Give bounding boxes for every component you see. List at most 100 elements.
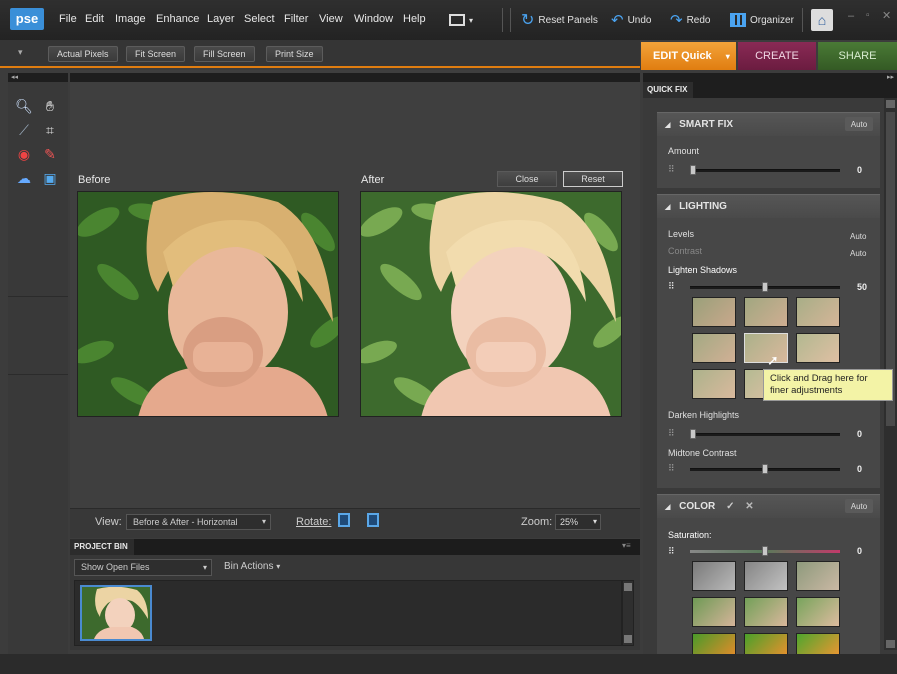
print-size-button[interactable]: Print Size (266, 46, 323, 62)
variation-thumbnail[interactable] (744, 561, 788, 591)
amount-slider-track[interactable] (690, 169, 840, 172)
close-button[interactable]: Close (497, 171, 557, 187)
project-bin-tab[interactable]: PROJECT BIN (70, 539, 134, 555)
separator (802, 8, 803, 32)
tooltip: Click and Drag here for finer adjustment… (763, 369, 893, 401)
actual-pixels-button[interactable]: Actual Pixels (48, 46, 118, 62)
bin-scrollbar[interactable] (622, 580, 634, 646)
organizer-button[interactable]: Organizer (730, 10, 794, 30)
cancel-x-icon[interactable]: ✕ (745, 501, 753, 512)
variation-thumbnail[interactable] (692, 597, 736, 627)
menu-image[interactable]: Image (115, 13, 146, 25)
midtone-slider-knob[interactable] (762, 464, 768, 474)
color-auto-button[interactable]: Auto (845, 499, 873, 513)
variation-thumbnail[interactable] (692, 333, 736, 363)
close-icon[interactable]: ✕ (882, 9, 891, 22)
menu-view[interactable]: View (319, 13, 343, 25)
quick-selection-tool-icon[interactable]: ⟋ (14, 120, 34, 140)
scroll-down-icon[interactable] (624, 635, 632, 643)
rotate-left-icon[interactable] (338, 513, 354, 529)
menu-help[interactable]: Help (403, 13, 426, 25)
lighten-slider-knob[interactable] (762, 282, 768, 292)
redo-button[interactable]: ↷ Redo (670, 10, 710, 30)
slider-grid-icon[interactable]: ⠿ (668, 164, 675, 175)
menu-file[interactable]: File (59, 13, 77, 25)
variation-thumbnail[interactable] (692, 369, 736, 399)
expand-icon[interactable]: ▸▸ (887, 73, 894, 81)
options-menu-icon[interactable]: ▾ (18, 47, 23, 58)
variation-thumbnail[interactable] (796, 333, 840, 363)
lighting-header[interactable]: ◢ LIGHTING (657, 194, 880, 218)
zoom-label: Zoom: (521, 516, 553, 528)
slider-grid-icon[interactable]: ⠿ (668, 463, 675, 474)
menu-select[interactable]: Select (244, 13, 275, 25)
tab-quick-fix[interactable]: QUICK FIX (643, 82, 693, 98)
scroll-up-icon[interactable] (886, 100, 895, 108)
variation-thumbnail-selected[interactable] (744, 333, 788, 363)
contrast-auto-button[interactable]: Auto (850, 249, 866, 258)
whiten-teeth-tool-icon[interactable]: ✎ (40, 144, 60, 164)
smart-fix-auto-button[interactable]: Auto (845, 117, 873, 131)
variation-thumbnail[interactable] (796, 561, 840, 591)
tool-box: 🔍︎ ✋︎ ⟋ ⌗ ◉ ✎ ☁ ▣ (8, 82, 68, 654)
zoom-select[interactable]: 25% ▾ (555, 514, 601, 530)
variation-thumbnail[interactable] (796, 597, 840, 627)
layout-icon (449, 14, 465, 26)
slider-grid-icon[interactable]: ⠿ (668, 546, 675, 557)
menu-edit[interactable]: Edit (85, 13, 104, 25)
fill-screen-button[interactable]: Fill Screen (194, 46, 255, 62)
triangle-icon: ◢ (665, 204, 671, 211)
bin-menu-icon[interactable]: ▾≡ (622, 541, 631, 550)
menu-layer[interactable]: Layer (207, 13, 235, 25)
darken-value: 0 (857, 429, 863, 439)
slider-grid-icon[interactable]: ⠿ (668, 281, 675, 292)
zoom-tool-icon[interactable]: 🔍︎ (14, 96, 34, 116)
amount-slider-knob[interactable] (690, 165, 696, 175)
scroll-down-icon[interactable] (886, 640, 895, 648)
maximize-icon[interactable]: ▫ (866, 10, 870, 21)
scroll-up-icon[interactable] (624, 583, 632, 591)
commit-check-icon[interactable]: ✓ (726, 501, 734, 512)
darken-slider-track[interactable] (690, 433, 840, 436)
bin-actions-menu[interactable]: Bin Actions ▾ (224, 561, 280, 572)
menu-enhance[interactable]: Enhance (156, 13, 199, 25)
before-image[interactable] (77, 191, 339, 417)
tab-create[interactable]: CREATE (738, 42, 816, 70)
saturation-slider-knob[interactable] (762, 546, 768, 556)
home-icon[interactable]: ⌂ (811, 9, 833, 31)
tab-share[interactable]: SHARE (818, 42, 897, 70)
reset-button[interactable]: Reset (563, 171, 623, 187)
view-select[interactable]: Before & After - Horizontal ▾ (126, 514, 271, 530)
undo-button[interactable]: ↶ Undo (611, 10, 651, 30)
variation-thumbnail[interactable] (744, 597, 788, 627)
red-eye-tool-icon[interactable]: ◉ (14, 144, 34, 164)
fit-screen-button[interactable]: Fit Screen (126, 46, 186, 62)
menu-window[interactable]: Window (354, 13, 393, 25)
bin-thumbnail[interactable] (80, 585, 152, 641)
color-title: COLOR (679, 501, 716, 512)
chevron-down-icon: ▾ (276, 562, 281, 571)
menu-filter[interactable]: Filter (284, 13, 308, 25)
variation-thumbnail[interactable] (692, 561, 736, 591)
lighten-shadows-label: Lighten Shadows (668, 265, 738, 275)
tab-edit-quick[interactable]: EDIT Quick ▾ (641, 42, 736, 70)
variation-thumbnail[interactable] (692, 297, 736, 327)
levels-auto-button[interactable]: Auto (850, 232, 866, 241)
slider-grid-icon[interactable]: ⠿ (668, 428, 675, 439)
minimize-icon[interactable]: – (848, 10, 854, 22)
after-photo-graphic (361, 192, 621, 416)
hand-tool-icon[interactable]: ✋︎ (40, 96, 60, 116)
crop-tool-icon[interactable]: ⌗ (40, 120, 60, 140)
variation-thumbnail[interactable] (744, 297, 788, 327)
after-image[interactable] (360, 191, 622, 417)
reset-panels-button[interactable]: ↻ Reset Panels (521, 10, 598, 30)
show-files-select[interactable]: Show Open Files ▾ (74, 559, 212, 576)
collapse-icon[interactable]: ◂◂ (11, 73, 18, 81)
layout-button[interactable]: ▾ (449, 10, 473, 30)
black-white-tool-icon[interactable]: ▣ (40, 168, 60, 188)
darken-slider-knob[interactable] (690, 429, 696, 439)
make-blue-skies-tool-icon[interactable]: ☁ (14, 168, 34, 188)
rotate-right-icon[interactable] (364, 513, 380, 529)
variation-thumbnail[interactable] (796, 297, 840, 327)
reset-icon: ↻ (521, 12, 535, 29)
